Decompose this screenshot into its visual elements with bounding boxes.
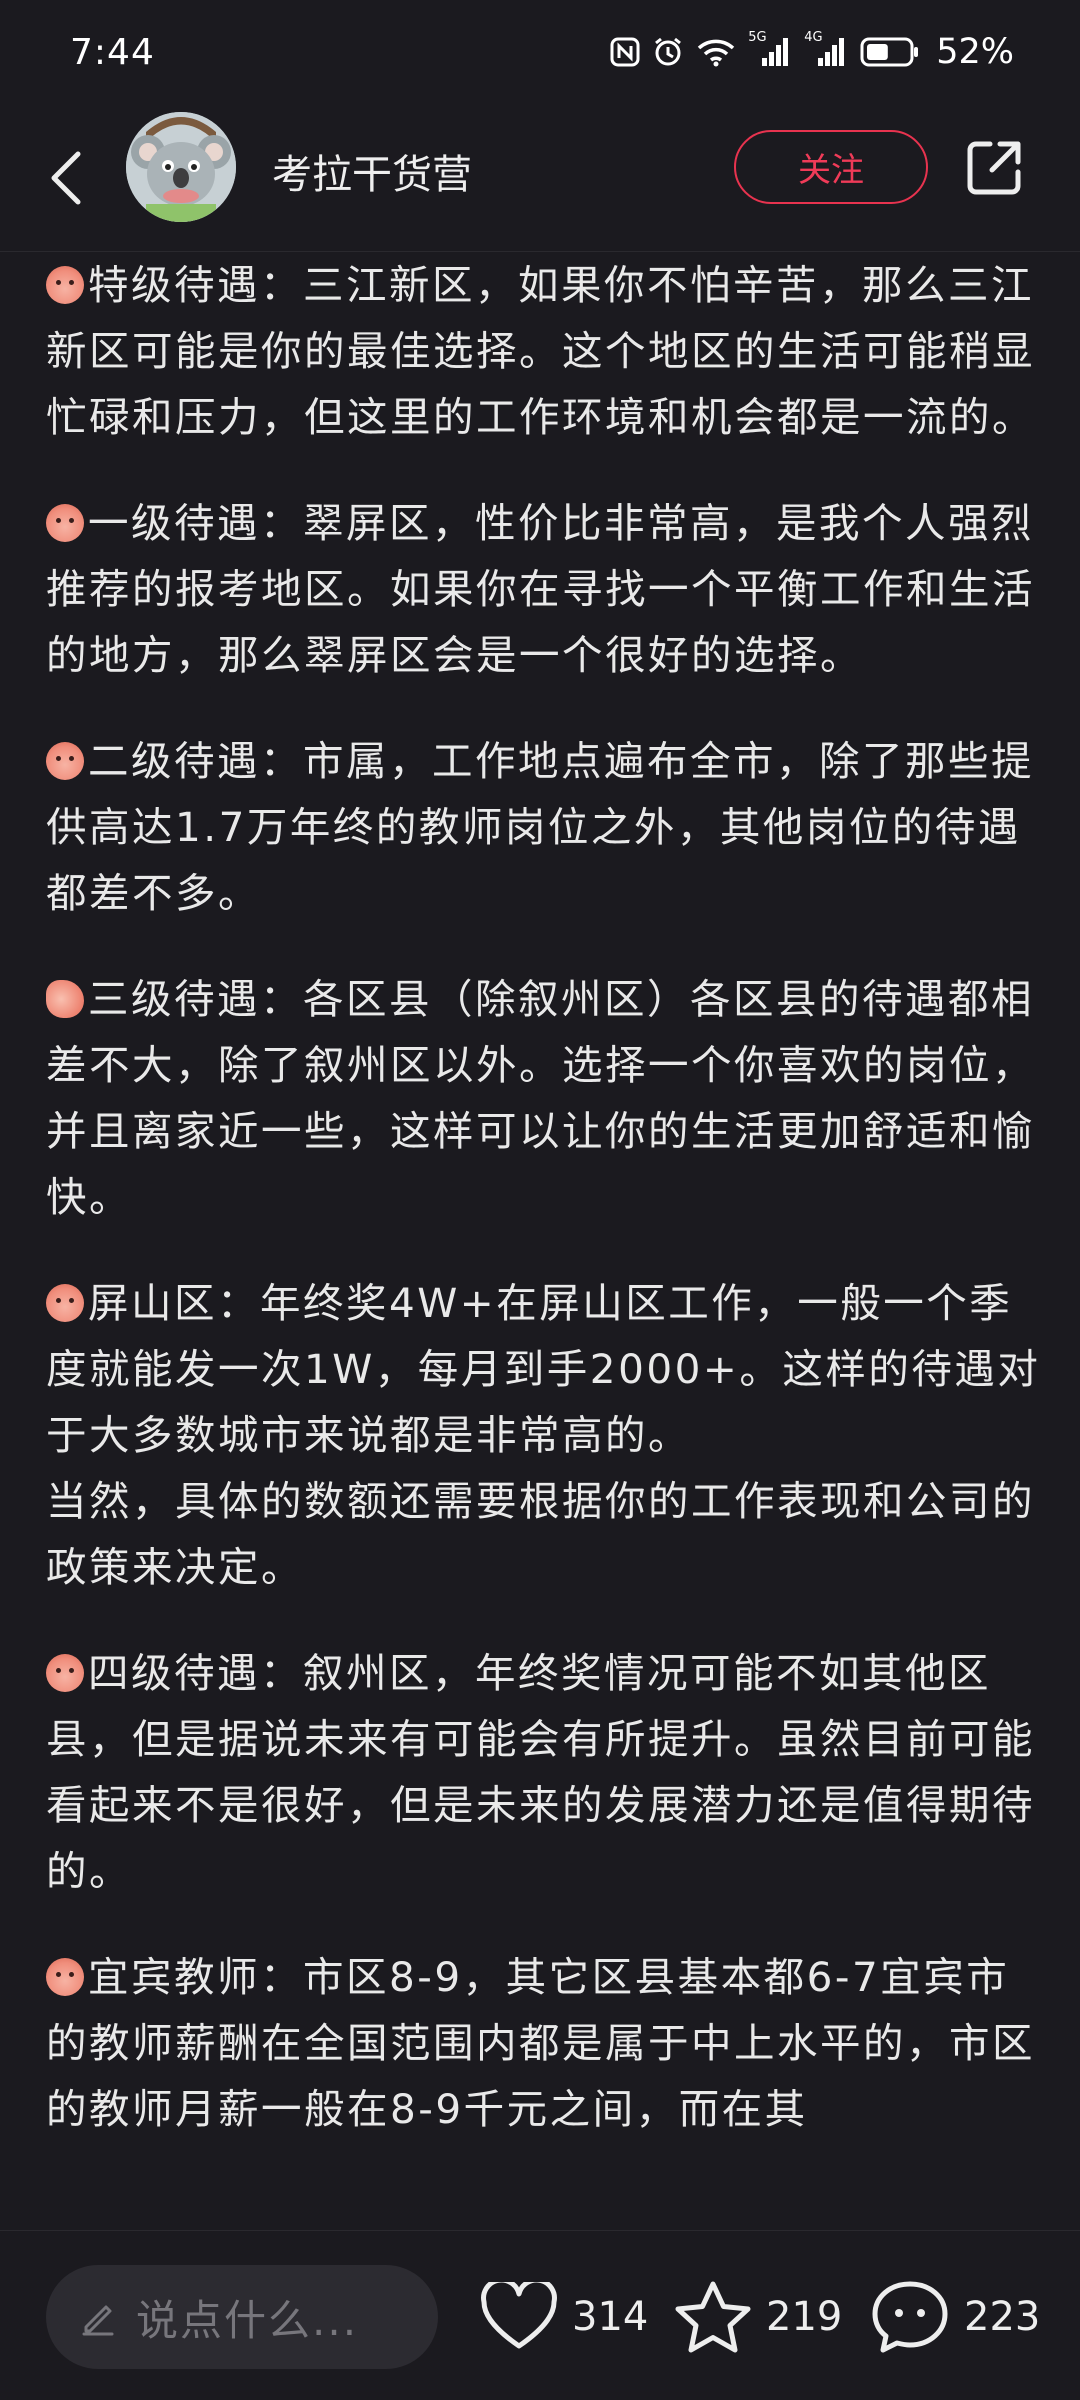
signal-4g-icon: 4G [804,30,848,68]
note-detail-page: 7:44 5G 4G 52% 考拉干货营 关注 特级待遇：三江新区，如果你不怕辛… [0,0,1080,2400]
author-avatar[interactable] [126,112,236,222]
peach-face-icon [46,1654,84,1692]
alarm-icon [652,36,684,68]
account-name[interactable]: 考拉干货营 [272,142,472,200]
star-icon [675,2281,751,2353]
share-button[interactable] [962,136,1026,200]
note-header: 考拉干货营 关注 [0,104,1080,252]
like-button[interactable]: 314 [480,2271,648,2363]
paragraph: 屏山区：年终奖4W+在屏山区工作，一般一个季度就能发一次1W，每月到手2000+… [46,1279,1041,1459]
comment-count: 223 [964,2294,1041,2340]
paragraph: 四级待遇：叙州区，年终奖情况可能不如其他区县，但是据说未来有可能会有所提升。虽然… [46,1649,1035,1895]
peach-face-icon [46,1284,84,1322]
collect-button[interactable]: 219 [674,2271,842,2363]
peach-face-icon [46,742,84,780]
peach-face-icon [46,504,84,542]
battery-percent: 52% [936,32,1014,72]
paragraph: 当然，具体的数额还需要根据你的工作表现和公司的政策来决定。 [46,1477,1035,1591]
network-label-4g: 4G [804,30,823,45]
peach-face-icon [46,266,84,304]
heart-icon [481,2282,557,2349]
status-icons: 5G 4G 52% [610,30,1014,72]
paragraph: 二级待遇：市属，工作地点遍布全市，除了那些提供高达1.7万年终的教师岗位之外，其… [46,737,1034,917]
paragraph: 一级待遇：翠屏区，性价比非常高，是我个人强烈推荐的报考地区。如果你在寻找一个平衡… [46,499,1035,679]
battery-icon [860,36,920,68]
pointing-hand-icon [46,980,84,1018]
peach-face-icon [46,1958,84,1996]
paragraph: 特级待遇：三江新区，如果你不怕辛苦，那么三江新区可能是你的最佳选择。这个地区的生… [46,261,1035,441]
paragraph: 三级待遇：各区县（除叙州区）各区县的待遇都相差不大，除了叙州区以外。选择一个你喜… [46,975,1035,1221]
paragraph: 宜宾教师：市区8-9，其它区县基本都6-7宜宾市的教师薪酬在全国范围内都是属于中… [46,1953,1035,2133]
bottom-action-bar: 说点什么... 314 219 223 [0,2230,1080,2400]
pencil-icon [82,2305,114,2336]
back-arrow-icon [51,151,81,205]
nfc-icon [610,37,640,67]
comment-button[interactable]: 223 [870,2271,1040,2363]
wifi-icon [696,37,736,67]
collect-count: 219 [766,2294,843,2340]
comment-bubble-icon [872,2281,948,2353]
status-bar: 7:44 5G 4G 52% [0,0,1080,104]
like-count: 314 [572,2294,649,2340]
signal-5g-icon: 5G [748,30,792,68]
status-time: 7:44 [70,31,155,73]
network-label-5g: 5G [748,30,767,45]
back-button[interactable] [40,138,90,218]
note-content: 特级待遇：三江新区，如果你不怕辛苦，那么三江新区可能是你的最佳选择。这个地区的生… [46,252,1046,2230]
comment-placeholder: 说点什么... [136,2295,359,2345]
share-icon [967,141,1021,195]
follow-button[interactable]: 关注 [734,130,928,204]
koala-avatar-icon [126,112,236,222]
comment-input[interactable]: 说点什么... [46,2265,438,2369]
